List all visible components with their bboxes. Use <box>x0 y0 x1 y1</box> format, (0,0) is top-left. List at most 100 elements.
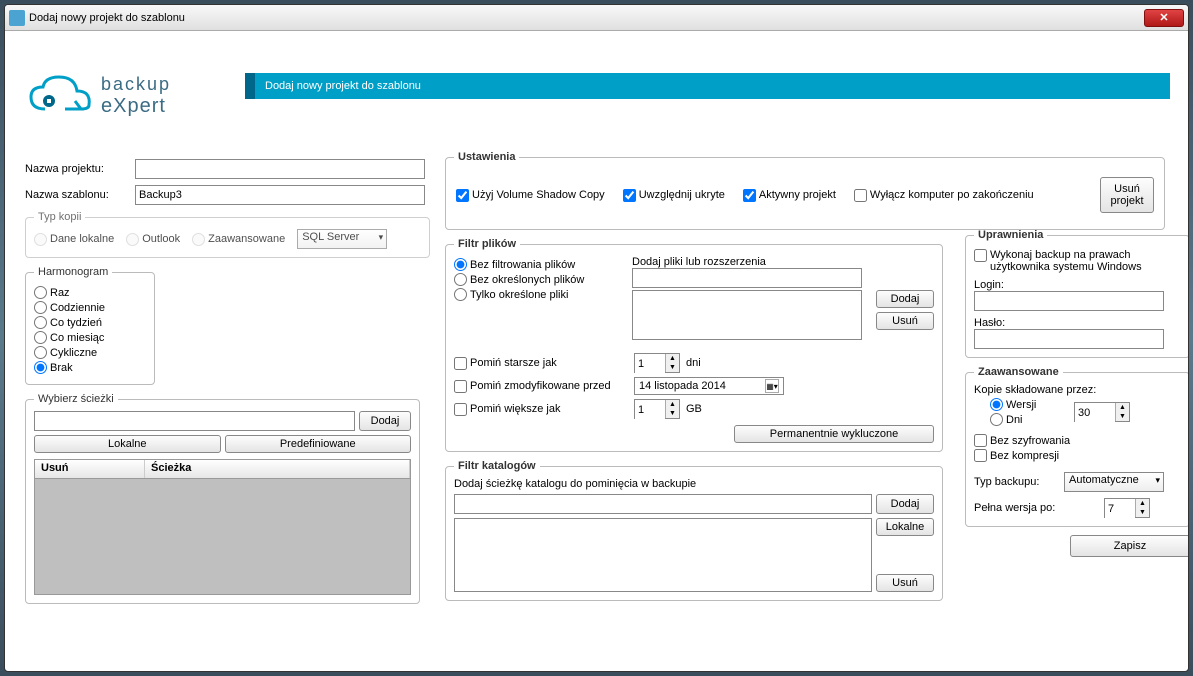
path-predef-button[interactable]: Predefiniowane <box>225 435 412 453</box>
skip-older-spinner[interactable]: ▲▼ <box>634 353 680 373</box>
down-arrow-icon[interactable]: ▼ <box>1116 412 1129 421</box>
copy-type-outlook: Outlook <box>126 233 180 246</box>
skip-larger[interactable]: Pomiń większe jak <box>454 403 634 416</box>
perm-runas[interactable]: Wykonaj backup na prawach użytkownika sy… <box>974 249 1181 273</box>
content-area: Dodaj nowy projekt do szablonu backup eX… <box>5 31 1188 671</box>
perm-excluded-button[interactable]: Permanentnie wykluczone <box>734 425 934 443</box>
up-arrow-icon[interactable]: ▲ <box>1136 499 1149 508</box>
perm-login-label: Login: <box>974 279 1181 291</box>
main-window: Dodaj nowy projekt do szablonu ✕ Dodaj n… <box>4 4 1189 672</box>
dir-del-button[interactable]: Usuń <box>876 574 934 592</box>
path-add-button[interactable]: Dodaj <box>359 411 411 431</box>
path-grid-header: Usuń Ścieżka <box>34 459 411 479</box>
banner-title: Dodaj nowy projekt do szablonu <box>265 80 421 92</box>
perm-login-input[interactable] <box>974 291 1164 311</box>
adv-version-spinner[interactable]: ▲▼ <box>1074 402 1130 422</box>
dir-local-button[interactable]: Lokalne <box>876 518 934 536</box>
schedule-legend: Harmonogram <box>34 266 112 278</box>
schedule-monthly[interactable]: Co miesiąc <box>34 331 146 344</box>
schedule-weekly[interactable]: Co tydzień <box>34 316 146 329</box>
mid-column: Ustawienia Użyj Volume Shadow Copy Uwzgl… <box>445 151 955 601</box>
adv-nocompress[interactable]: Bez kompresji <box>974 449 1181 462</box>
up-arrow-icon[interactable]: ▲ <box>666 400 679 409</box>
path-col-delete: Usuń <box>35 460 145 478</box>
skip-modified-date[interactable]: 14 listopada 2014 ▦▾ <box>634 377 784 395</box>
adv-backuptype-label: Typ backupu: <box>974 476 1064 488</box>
window-title: Dodaj nowy projekt do szablonu <box>29 12 1144 24</box>
schedule-once[interactable]: Raz <box>34 286 146 299</box>
filter-del-button[interactable]: Usuń <box>876 312 934 330</box>
skip-older-unit: dni <box>686 357 701 369</box>
dir-filter-fieldset: Filtr katalogów Dodaj ścieżkę katalogu d… <box>445 460 943 601</box>
adv-fullafter-spinner[interactable]: ▲▼ <box>1104 498 1150 518</box>
adv-version[interactable]: Wersji <box>990 398 1074 411</box>
down-arrow-icon[interactable]: ▼ <box>1136 508 1149 517</box>
paths-fieldset: Wybierz ścieżki Dodaj Lokalne Predefinio… <box>25 393 420 604</box>
logo-text: backup eXpert <box>101 74 171 118</box>
close-icon: ✕ <box>1159 11 1168 24</box>
perm-password-input[interactable] <box>974 329 1164 349</box>
filter-without[interactable]: Bez określonych plików <box>454 273 624 286</box>
copy-type-fieldset: Typ kopii Dane lokalne Outlook Zaawansow… <box>25 211 430 258</box>
skip-older[interactable]: Pomiń starsze jak <box>454 357 634 370</box>
filter-ext-list[interactable] <box>632 290 862 340</box>
form-area: Nazwa projektu: Nazwa szablonu: Typ kopi… <box>25 151 1170 659</box>
skip-larger-unit: GB <box>686 403 702 415</box>
up-arrow-icon[interactable]: ▲ <box>1116 403 1129 412</box>
up-arrow-icon[interactable]: ▲ <box>666 354 679 363</box>
adv-legend: Zaawansowane <box>974 366 1063 378</box>
adv-storedby-label: Kopie składowane przez: <box>974 384 1181 396</box>
cloud-icon <box>25 71 95 121</box>
skip-larger-spinner[interactable]: ▲▼ <box>634 399 680 419</box>
perm-password-label: Hasło: <box>974 317 1181 329</box>
schedule-cyclic[interactable]: Cykliczne <box>34 346 146 359</box>
dir-filter-legend: Filtr katalogów <box>454 460 540 472</box>
perm-legend: Uprawnienia <box>974 229 1047 241</box>
down-arrow-icon[interactable]: ▼ <box>666 363 679 372</box>
setting-vss[interactable]: Użyj Volume Shadow Copy <box>456 189 605 202</box>
down-arrow-icon[interactable]: ▼ <box>666 409 679 418</box>
dir-add-button[interactable]: Dodaj <box>876 494 934 514</box>
titlebar: Dodaj nowy projekt do szablonu ✕ <box>5 5 1188 31</box>
left-column: Nazwa projektu: Nazwa szablonu: Typ kopi… <box>25 159 430 604</box>
path-local-button[interactable]: Lokalne <box>34 435 221 453</box>
path-col-path: Ścieżka <box>145 460 410 478</box>
perm-fieldset: Uprawnienia Wykonaj backup na prawach uż… <box>965 229 1189 358</box>
filter-ext-input[interactable] <box>632 268 862 288</box>
settings-legend: Ustawienia <box>454 151 519 163</box>
dir-filter-list[interactable] <box>454 518 872 592</box>
schedule-fieldset: Harmonogram Raz Codziennie Co tydzień Co… <box>25 266 155 385</box>
schedule-none[interactable]: Brak <box>34 361 146 374</box>
close-button[interactable]: ✕ <box>1144 9 1184 27</box>
calendar-icon[interactable]: ▦▾ <box>765 379 779 393</box>
adv-noencrypt[interactable]: Bez szyfrowania <box>974 434 1181 447</box>
filter-none[interactable]: Bez filtrowania plików <box>454 258 624 271</box>
dir-filter-input[interactable] <box>454 494 872 514</box>
adv-backuptype-select[interactable]: Automatyczne <box>1064 472 1164 492</box>
logo-top: backup <box>101 74 171 95</box>
template-name-input[interactable] <box>135 185 425 205</box>
skip-modified[interactable]: Pomiń zmodyfikowane przed <box>454 380 634 393</box>
setting-active[interactable]: Aktywny projekt <box>743 189 836 202</box>
project-name-input[interactable] <box>135 159 425 179</box>
filter-add-button[interactable]: Dodaj <box>876 290 934 308</box>
advanced-select: SQL Server <box>297 229 387 249</box>
schedule-daily[interactable]: Codziennie <box>34 301 146 314</box>
logo: backup eXpert <box>25 71 171 121</box>
save-button[interactable]: Zapisz <box>1070 535 1189 557</box>
path-input[interactable] <box>34 411 355 431</box>
right-column: Uprawnienia Wykonaj backup na prawach uż… <box>965 151 1189 557</box>
filter-add-label: Dodaj pliki lub rozszerzenia <box>632 256 868 268</box>
copy-type-advanced: Zaawansowane <box>192 233 285 246</box>
filter-only[interactable]: Tylko określone pliki <box>454 288 624 301</box>
copy-type-legend: Typ kopii <box>34 211 85 223</box>
app-icon <box>9 10 25 26</box>
adv-fullafter-label: Pełna wersja po: <box>974 502 1104 514</box>
project-name-label: Nazwa projektu: <box>25 163 135 175</box>
setting-hidden[interactable]: Uwzględnij ukryte <box>623 189 725 202</box>
template-name-label: Nazwa szablonu: <box>25 189 135 201</box>
path-grid-body[interactable] <box>34 479 411 595</box>
adv-fieldset: Zaawansowane Kopie składowane przez: Wer… <box>965 366 1189 527</box>
dir-filter-desc: Dodaj ścieżkę katalogu do pominięcia w b… <box>454 478 934 490</box>
adv-days[interactable]: Dni <box>990 413 1074 426</box>
